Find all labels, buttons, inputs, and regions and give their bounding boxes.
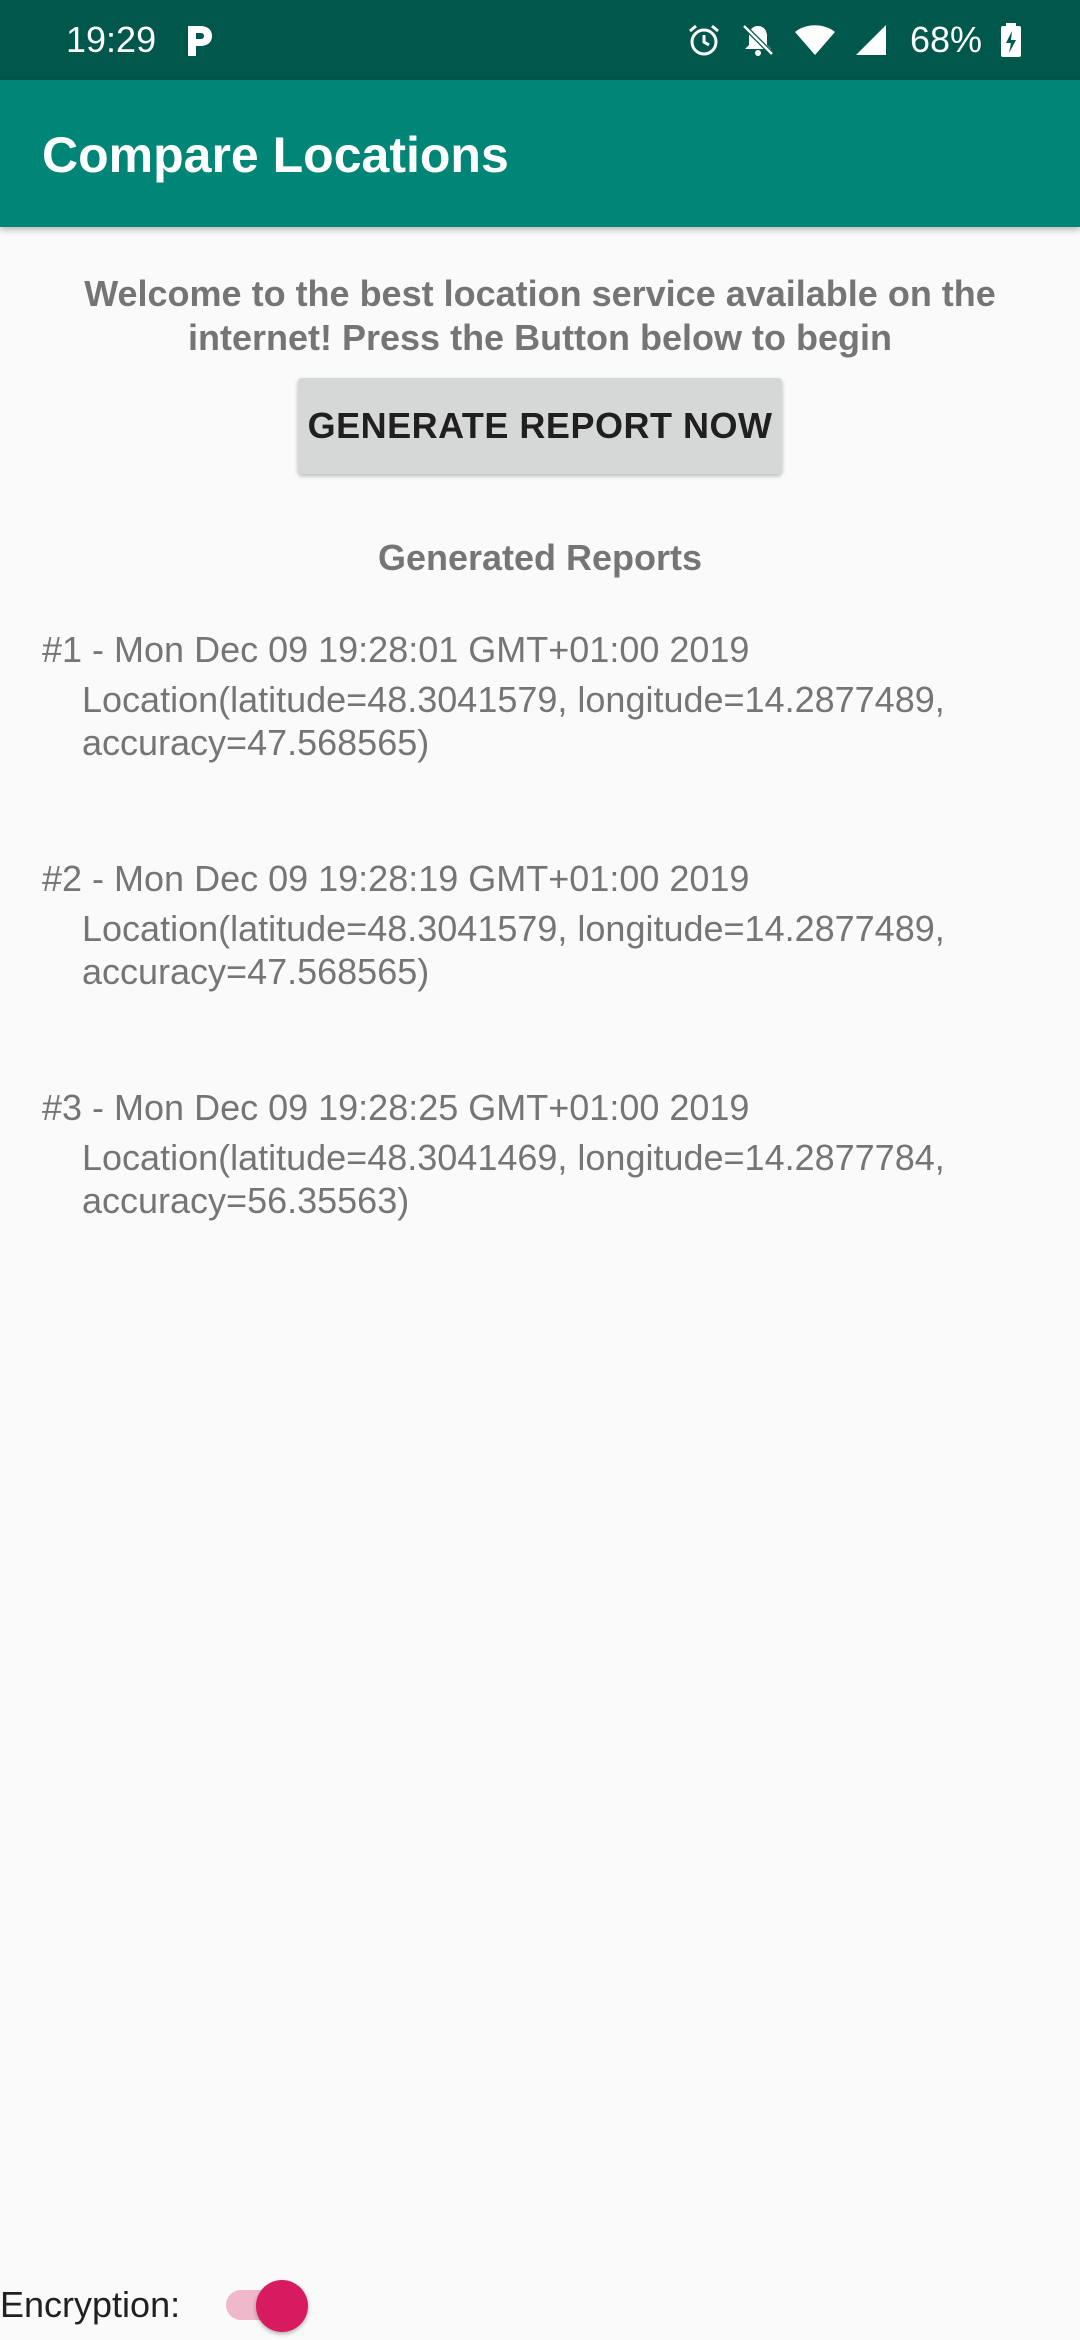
report-item: #1 - Mon Dec 09 19:28:01 GMT+01:00 2019 … bbox=[42, 628, 1022, 764]
report-title: #2 - Mon Dec 09 19:28:19 GMT+01:00 2019 bbox=[42, 858, 750, 899]
battery-icon bbox=[1001, 23, 1021, 57]
status-time: 19:29 bbox=[66, 19, 157, 60]
alarm-icon bbox=[688, 24, 719, 56]
report-item: #3 - Mon Dec 09 19:28:25 GMT+01:00 2019 … bbox=[42, 1086, 1022, 1222]
report-location: Location(latitude=48.3041579, longitude=… bbox=[82, 679, 945, 763]
encryption-row: Encryption: bbox=[0, 2270, 400, 2340]
welcome-message: Welcome to the best location service ava… bbox=[84, 273, 996, 358]
switch-thumb bbox=[256, 2280, 308, 2332]
encryption-label: Encryption: bbox=[0, 2284, 181, 2325]
report-title: #1 - Mon Dec 09 19:28:01 GMT+01:00 2019 bbox=[42, 629, 750, 670]
wifi-icon bbox=[794, 25, 835, 55]
parking-icon bbox=[188, 26, 212, 56]
report-item: #2 - Mon Dec 09 19:28:19 GMT+01:00 2019 … bbox=[42, 857, 1022, 993]
status-bar: 19:29 68% bbox=[0, 0, 1080, 80]
encryption-switch[interactable] bbox=[224, 2280, 310, 2332]
generate-report-button[interactable]: GENERATE REPORT NOW bbox=[298, 378, 782, 474]
notifications-off-icon bbox=[742, 24, 774, 56]
report-location: Location(latitude=48.3041579, longitude=… bbox=[82, 908, 945, 992]
reports-heading: Generated Reports bbox=[377, 537, 703, 578]
status-icons: 68% bbox=[686, 16, 1022, 64]
report-title: #3 - Mon Dec 09 19:28:25 GMT+01:00 2019 bbox=[42, 1087, 750, 1128]
battery-percent: 68% bbox=[909, 19, 982, 60]
report-location: Location(latitude=48.3041469, longitude=… bbox=[82, 1137, 945, 1221]
app-bar: Compare Locations bbox=[0, 80, 1080, 227]
app-title: Compare Locations bbox=[42, 127, 509, 183]
signal-icon bbox=[855, 25, 886, 55]
